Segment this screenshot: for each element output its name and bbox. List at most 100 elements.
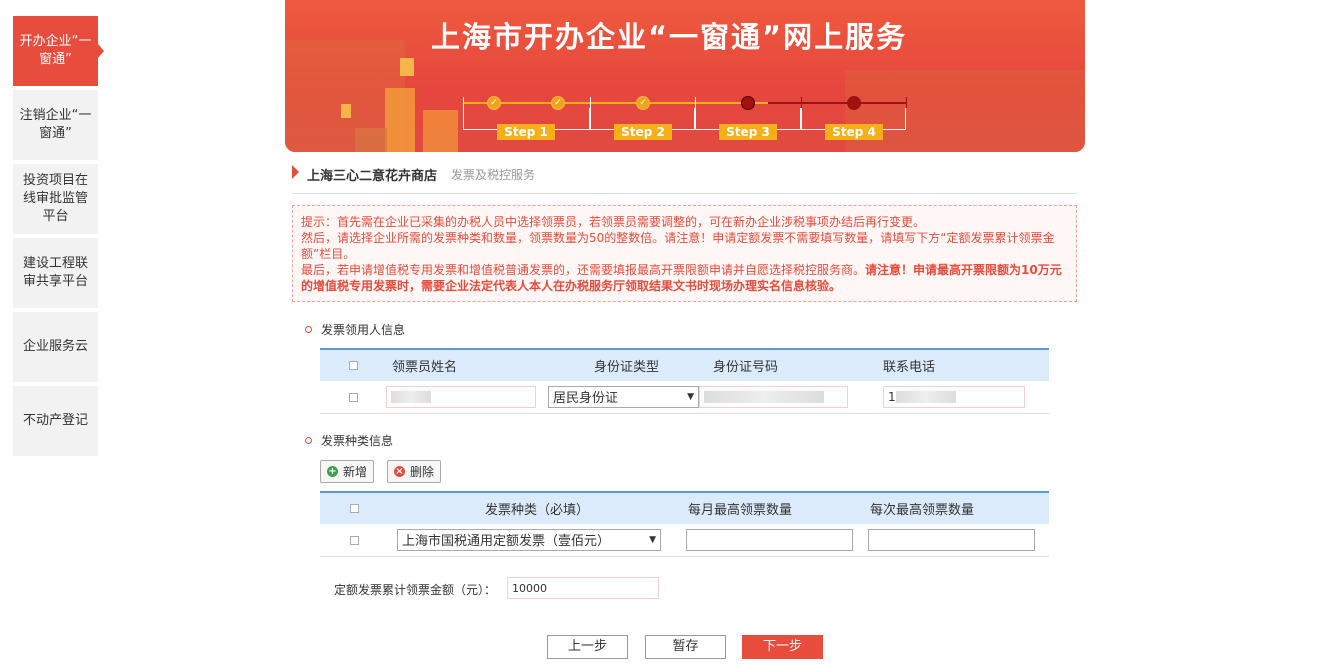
section-bullet-icon: [305, 326, 312, 333]
table-row: 居民身份证 ▼ 1: [320, 381, 1049, 414]
dropdown-arrow-icon: ▼: [687, 391, 694, 402]
redacted-text: [895, 390, 956, 403]
notice-line-1: 提示：首先需在企业已采集的办税人员中选择领票员，若领票员需要调整的，可在新办企业…: [301, 215, 926, 229]
receiver-name-field[interactable]: [386, 385, 536, 408]
sidebar-item-label: 注销企业“一窗通”: [19, 108, 92, 141]
prev-step-button[interactable]: 上一步: [547, 635, 628, 659]
delete-label: 删除: [410, 465, 435, 479]
row-select-cell: [320, 381, 386, 414]
id-type-cell: 居民身份证 ▼: [548, 381, 713, 414]
save-draft-button[interactable]: 暂存: [645, 635, 726, 659]
banner-title: 上海市开办企业“一窗通”网上服务: [431, 20, 908, 54]
select-all-checkbox[interactable]: [349, 504, 359, 513]
sidebar-item-investment-approval[interactable]: 投资项目在线审批监管平台: [13, 164, 98, 234]
progress-tick: [463, 97, 464, 108]
total-amount-label: 定额发票累计领票金额（元）：: [334, 583, 497, 597]
step-1-label: Step 1: [497, 124, 555, 140]
add-label: 新增: [343, 465, 368, 479]
company-name: 上海三心二意花卉商店: [307, 169, 438, 184]
sidebar-item-label: 开办企业“一窗通”: [19, 34, 92, 67]
table-header-row: 发票种类（必填） 每月最高领票数量 每次最高领票数量: [320, 491, 1049, 524]
step-3-label: Step 3: [719, 124, 777, 140]
table-row: 上海市国税通用定额发票（壹佰元） ▼: [320, 524, 1049, 557]
invoice-type-cell: 上海市国税通用定额发票（壹佰元） ▼: [388, 524, 686, 557]
step-4-label: Step 4: [825, 124, 883, 140]
page-subtitle: 发票及税控服务: [451, 168, 536, 182]
receiver-section-title: 发票领用人信息: [305, 321, 405, 338]
phone-value: 1: [888, 389, 896, 404]
id-type-select[interactable]: 居民身份证 ▼: [548, 385, 699, 408]
sidebar-item-real-estate[interactable]: 不动产登记: [13, 386, 98, 456]
row-select-cell: [320, 524, 388, 557]
sidebar-item-close-business[interactable]: 注销企业“一窗通”: [13, 90, 98, 160]
banner-decoration: [423, 110, 458, 152]
sidebar-item-open-business[interactable]: 开办企业“一窗通”: [13, 16, 104, 86]
col-header: 每月最高领票数量: [686, 491, 868, 524]
sidebar: 开办企业“一窗通” 注销企业“一窗通” 投资项目在线审批监管平台 建设工程联审共…: [13, 16, 104, 460]
banner-decoration: [385, 88, 415, 152]
select-all-checkbox[interactable]: [348, 361, 358, 370]
col-header: 身份证类型: [548, 348, 713, 381]
invoice-section-title: 发票种类信息: [305, 432, 393, 449]
invoice-type-value: 上海市国税通用定额发票（壹佰元）: [402, 534, 611, 550]
phone-cell: 1: [883, 381, 1049, 414]
phone-field[interactable]: 1: [883, 385, 1025, 408]
per-time-max-field[interactable]: [868, 528, 1035, 551]
progress-tick: [590, 97, 591, 108]
total-amount-value: 10000: [512, 581, 547, 595]
notice-box: 提示：首先需在企业已采集的办税人员中选择领票员，若领票员需要调整的，可在新办企业…: [292, 205, 1077, 302]
section-bullet-icon: [305, 437, 312, 444]
redacted-text: [391, 390, 431, 403]
select-all-cell: [320, 348, 386, 381]
redacted-text: [704, 390, 824, 403]
sidebar-item-construction-review[interactable]: 建设工程联审共享平台: [13, 238, 98, 308]
select-all-cell: [320, 491, 388, 524]
progress-track-done: [463, 102, 768, 104]
per-time-max-cell: [868, 524, 1049, 557]
col-header: 每次最高领票数量: [868, 491, 1049, 524]
dropdown-arrow-icon: ▼: [649, 534, 656, 545]
sidebar-item-label: 不动产登记: [22, 413, 88, 428]
col-header: 身份证号码: [713, 348, 883, 381]
section-title-text: 发票领用人信息: [321, 323, 406, 337]
delete-invoice-button[interactable]: × 删除: [387, 460, 442, 483]
col-header: 发票种类（必填）: [388, 491, 686, 524]
sidebar-item-enterprise-cloud[interactable]: 企业服务云: [13, 312, 98, 382]
banner-decoration: [341, 104, 351, 118]
next-step-button[interactable]: 下一步: [742, 635, 823, 659]
progress-track-remaining: [768, 102, 906, 104]
banner-decoration: [355, 128, 387, 152]
id-number-cell: [699, 381, 883, 414]
heading-marker-icon: [292, 165, 299, 179]
progress-tick: [801, 97, 802, 108]
id-number-field[interactable]: [699, 385, 848, 408]
company-heading: 上海三心二意花卉商店 发票及税控服务: [292, 160, 1077, 194]
plus-icon: +: [327, 466, 338, 477]
header-banner: 上海市开办企业“一窗通”网上服务 ✓ ✓ ✓ Step 1 Step 2 Ste…: [285, 0, 1085, 152]
total-amount-field[interactable]: 10000: [507, 577, 659, 599]
step-2-label: Step 2: [614, 124, 672, 140]
col-header: 联系电话: [883, 348, 1049, 381]
progress-tick: [695, 97, 696, 108]
name-cell: [386, 381, 548, 414]
notice-line-2: 然后，请选择企业所需的发票种类和数量，领票数量为50的整数倍。请注意！申请定额发…: [301, 231, 1055, 261]
banner-decoration: [400, 58, 414, 76]
monthly-max-cell: [686, 524, 868, 557]
row-checkbox[interactable]: [348, 392, 358, 402]
receiver-table: 领票员姓名 身份证类型 身份证号码 联系电话 居民身份证 ▼ 1: [320, 348, 1049, 414]
add-invoice-button[interactable]: + 新增: [320, 460, 375, 483]
delete-icon: ×: [394, 466, 405, 477]
sidebar-item-label: 企业服务云: [22, 339, 88, 354]
monthly-max-field[interactable]: [686, 528, 853, 551]
progress-tick: [906, 97, 907, 108]
invoice-type-select[interactable]: 上海市国税通用定额发票（壹佰元） ▼: [397, 528, 661, 551]
table-header-row: 领票员姓名 身份证类型 身份证号码 联系电话: [320, 348, 1049, 381]
col-header: 领票员姓名: [386, 348, 548, 381]
notice-line-3-text: 最后，若申请增值税专用发票和增值税普通发票的，还需要填报最高开票限额申请并自愿选…: [301, 263, 866, 277]
sidebar-item-label: 投资项目在线审批监管平台: [22, 173, 88, 224]
row-checkbox[interactable]: [349, 535, 359, 545]
id-type-value: 居民身份证: [553, 391, 619, 407]
invoice-table: 发票种类（必填） 每月最高领票数量 每次最高领票数量 上海市国税通用定额发票（壹…: [320, 491, 1049, 557]
sidebar-item-label: 建设工程联审共享平台: [22, 256, 88, 289]
section-title-text: 发票种类信息: [321, 434, 394, 448]
